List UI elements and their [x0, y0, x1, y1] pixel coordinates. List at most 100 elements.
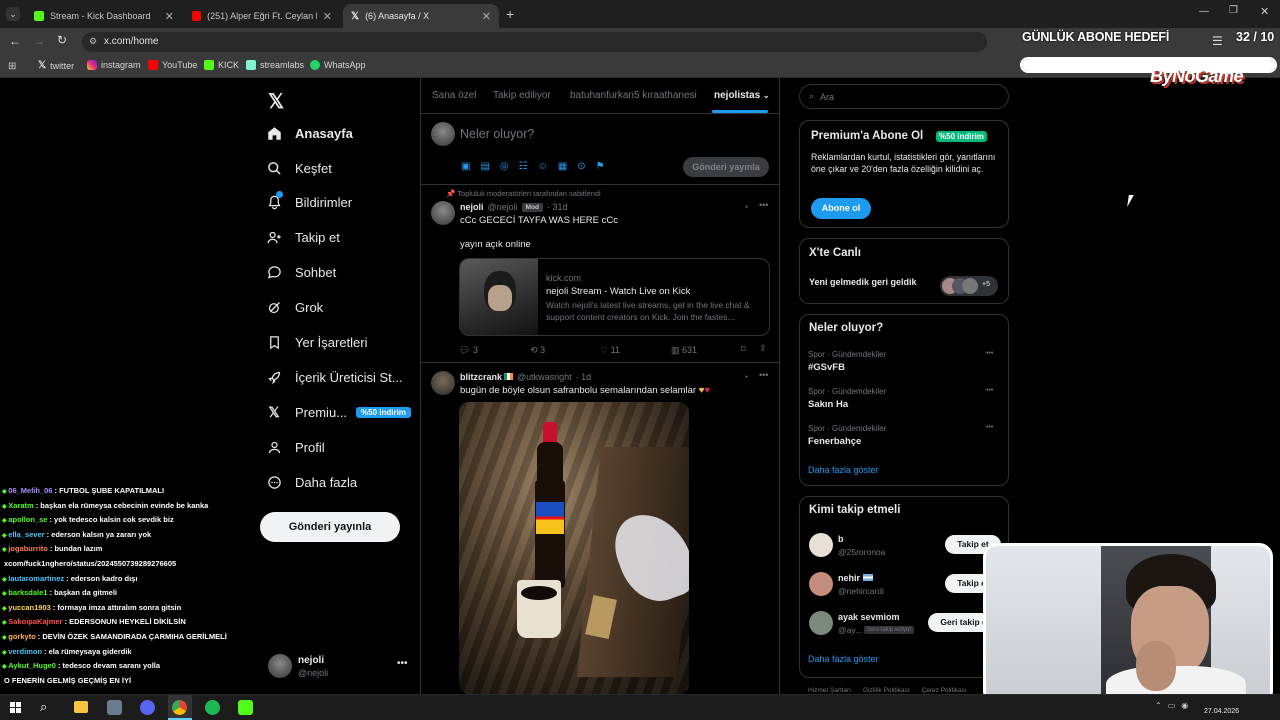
emoji-icon[interactable]: ☺	[538, 161, 548, 172]
footer-link[interactable]: Gizlilik Politikası	[863, 687, 910, 694]
media-controls-icon[interactable]: ☰	[1212, 34, 1223, 48]
spotify-icon[interactable]	[205, 700, 220, 715]
tab-search-button[interactable]: ⌄	[6, 7, 20, 21]
system-tray-icons[interactable]: ⌃▭◉	[1155, 701, 1194, 710]
more-icon[interactable]: •••	[986, 387, 993, 394]
poll-icon[interactable]: ☷	[519, 161, 528, 172]
footer-link[interactable]: Hizmet Şartları	[808, 687, 851, 694]
address-bar[interactable]: ⚙ x.com/home	[82, 32, 987, 52]
chrome-taskbar-item[interactable]	[168, 695, 192, 720]
subscribe-button[interactable]: Abone ol	[811, 198, 871, 219]
post-button[interactable]: Gönderi yayınla	[260, 512, 400, 542]
tab-for-you[interactable]: Sana özel	[432, 90, 476, 101]
avatar[interactable]	[809, 572, 833, 596]
trend-item[interactable]: Spor · Gündemdekiler #GSvFB	[808, 350, 886, 373]
more-icon[interactable]: •••	[986, 424, 993, 431]
compose-input[interactable]: Neler oluyor?	[460, 127, 534, 141]
tab-following[interactable]: Takip ediliyor	[493, 90, 551, 101]
views-button[interactable]: ▥ 631	[671, 345, 697, 356]
bookmark-instagram[interactable]: instagram	[87, 60, 141, 70]
avatar[interactable]	[268, 654, 292, 678]
close-icon[interactable]: ✕	[323, 10, 332, 23]
repost-button[interactable]: ⟲ 3	[530, 345, 545, 356]
nav-follow[interactable]: Takip et	[266, 225, 340, 249]
nav-chat[interactable]: Sohbet	[266, 260, 336, 284]
reply-button[interactable]: 💬︎ 3	[459, 345, 478, 356]
minimize-button[interactable]: —	[1199, 6, 1209, 17]
bookmark-streamlabs[interactable]: streamlabs	[246, 60, 304, 70]
bookmark-icon[interactable]: ⌑	[741, 344, 746, 355]
nav-creator-studio[interactable]: İçerik Üreticisi St...	[266, 365, 403, 389]
restore-button[interactable]: ❐	[1229, 5, 1238, 16]
live-participants[interactable]: +5	[940, 276, 998, 296]
suggestion-name[interactable]: ayak sevmiom	[838, 612, 900, 622]
avatar[interactable]	[431, 201, 455, 225]
flag-icon[interactable]: ⚑	[596, 161, 605, 172]
grok-icon[interactable]: ◎	[500, 161, 509, 172]
bookmark-youtube[interactable]: YouTube	[148, 60, 197, 70]
footer-link[interactable]: Çerez Politikası	[922, 687, 967, 694]
close-icon[interactable]: ✕	[165, 10, 174, 23]
trend-item[interactable]: Spor · Gündemdekiler Fenerbahçe	[808, 424, 886, 447]
nav-more[interactable]: Daha fazla	[266, 470, 357, 494]
nav-notifications[interactable]: Bildirimler	[266, 190, 352, 214]
close-window-button[interactable]: ✕	[1260, 5, 1269, 18]
start-icon[interactable]	[10, 702, 21, 713]
tab-youtube[interactable]: (251) Alper Eğri Ft. Ceylan Koyn ✕	[184, 4, 340, 28]
grok-icon[interactable]: ◔	[743, 202, 748, 212]
schedule-icon[interactable]: ▦	[558, 161, 567, 172]
close-icon[interactable]: ✕	[482, 10, 491, 23]
bookmark-kick[interactable]: KICK	[204, 60, 239, 70]
suggestion-name[interactable]: nehir	[838, 573, 873, 583]
post-image[interactable]	[459, 402, 689, 694]
avatar[interactable]	[809, 611, 833, 635]
nav-profile[interactable]: Profil	[266, 435, 325, 459]
more-icon[interactable]: •••	[759, 200, 768, 210]
file-explorer-icon[interactable]	[74, 701, 88, 713]
forward-button[interactable]: →	[33, 34, 45, 48]
chat-text: xcom/fuck1nghero/status/2024550739289276…	[4, 559, 177, 568]
compose-post-button[interactable]: Gönderi yayınla	[683, 157, 769, 177]
image-icon[interactable]: ▣	[461, 161, 470, 172]
search-input[interactable]: ⌕ Ara	[799, 84, 1009, 109]
bookmark-whatsapp[interactable]: WhatsApp	[310, 60, 366, 70]
share-icon[interactable]: ⇪	[759, 343, 767, 354]
location-icon[interactable]: ⊙	[577, 161, 585, 172]
app-icon[interactable]	[107, 700, 122, 715]
post-author[interactable]: blitzcrank	[460, 372, 514, 382]
nav-home[interactable]: Anasayfa	[266, 121, 353, 145]
live-space-title[interactable]: Yeni gelmedik geri geldik	[809, 277, 917, 287]
gif-icon[interactable]: ▤	[480, 161, 489, 172]
repost-count: 3	[540, 345, 546, 355]
link-preview-card[interactable]: kick.com nejoli Stream - Watch Live on K…	[459, 258, 770, 336]
search-icon[interactable]: ⌕	[40, 699, 47, 715]
nav-explore[interactable]: Keşfet	[266, 156, 332, 180]
reload-button[interactable]: ↻	[57, 33, 67, 47]
x-logo-icon[interactable]: 𝕏	[268, 89, 284, 114]
show-more-trends-link[interactable]: Daha fazla göster	[808, 465, 879, 475]
nav-bookmarks[interactable]: Yer İşaretleri	[266, 330, 368, 354]
like-button[interactable]: ♡ 11	[600, 345, 620, 356]
new-tab-button[interactable]: +	[506, 6, 514, 22]
tab-x-home[interactable]: 𝕏 (6) Anasayfa / X ✕	[343, 4, 499, 28]
discord-icon[interactable]	[140, 700, 155, 715]
more-icon[interactable]: •••	[759, 370, 768, 380]
account-menu-icon[interactable]: •••	[397, 658, 408, 669]
tab-kick-dashboard[interactable]: Stream - Kick Dashboard ✕	[26, 4, 182, 28]
grok-icon[interactable]: ◔	[743, 372, 748, 382]
tab-community-kiraathane[interactable]: batuhanfurkan5 kıraathanesi	[570, 90, 697, 101]
suggestion-name[interactable]: b	[838, 534, 844, 544]
avatar[interactable]	[809, 533, 833, 557]
nav-premium[interactable]: 𝕏 Premiu... %50 indirim	[266, 400, 411, 424]
nav-grok[interactable]: Grok	[266, 295, 323, 319]
tab-nejolistas[interactable]: nejolistas ⌄	[714, 90, 770, 101]
kick-icon[interactable]	[238, 700, 253, 715]
more-icon[interactable]: •••	[986, 350, 993, 357]
trend-item[interactable]: Spor · Gündemdekiler Sakın Ha	[808, 387, 886, 410]
apps-icon[interactable]: ⊞	[8, 61, 16, 72]
show-more-suggestions-link[interactable]: Daha fazla göster	[808, 654, 879, 664]
post-author[interactable]: nejoli	[460, 202, 484, 212]
bookmark-twitter[interactable]: 𝕏twitter	[38, 60, 74, 71]
avatar[interactable]	[431, 371, 455, 395]
back-button[interactable]: ←	[9, 34, 21, 48]
